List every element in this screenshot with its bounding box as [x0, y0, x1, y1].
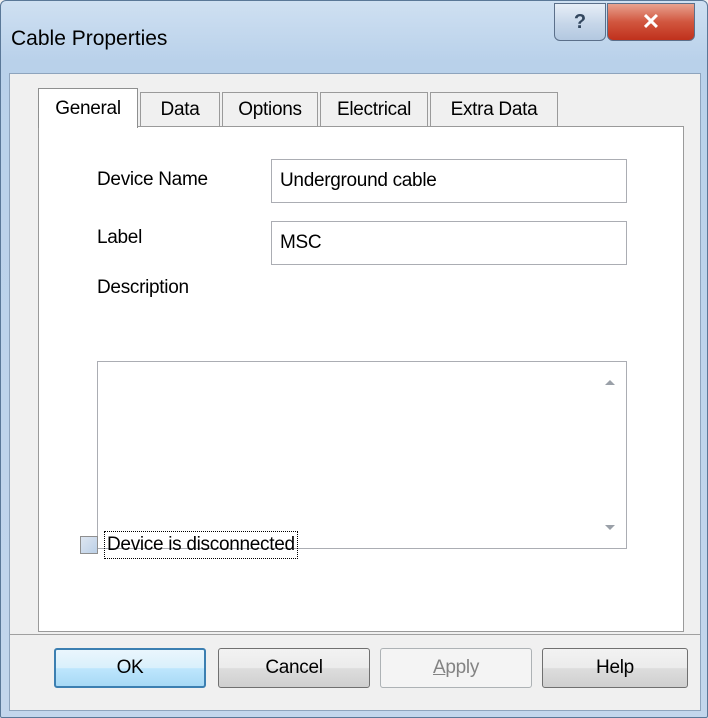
description-textarea[interactable]: [97, 361, 627, 549]
description-scrollbar[interactable]: [596, 362, 626, 548]
question-icon: ?: [573, 10, 587, 33]
footer-divider: [10, 634, 700, 635]
window-title: Cable Properties: [11, 27, 168, 50]
dialog-client-area: General Data Options Electrical Extra Da…: [9, 73, 701, 711]
close-icon: ✕: [641, 9, 661, 34]
device-name-label: Device Name: [97, 169, 208, 190]
title-bar[interactable]: Cable Properties ? ✕: [1, 1, 707, 73]
tab-general[interactable]: General: [38, 88, 138, 128]
label-label: Label: [97, 227, 142, 248]
tab-electrical[interactable]: Electrical: [320, 92, 428, 126]
tab-extra-data[interactable]: Extra Data: [430, 92, 558, 126]
apply-accelerator: A: [432, 657, 446, 678]
cable-properties-dialog: Cable Properties ? ✕ General Data Option…: [0, 0, 708, 718]
label-input[interactable]: MSC: [271, 221, 627, 265]
apply-label-rest: pply: [445, 657, 480, 678]
tab-data[interactable]: Data: [140, 92, 220, 126]
cancel-button[interactable]: Cancel: [218, 648, 370, 688]
help-title-button[interactable]: ?: [554, 3, 606, 41]
ok-button[interactable]: OK: [54, 648, 206, 688]
disconnected-checkbox[interactable]: [80, 536, 98, 554]
scroll-up-arrow-icon[interactable]: [605, 380, 615, 385]
scroll-down-arrow-icon[interactable]: [605, 525, 615, 530]
disconnected-checkbox-label[interactable]: Device is disconnected: [104, 531, 298, 559]
help-button[interactable]: Help: [542, 648, 688, 688]
tab-options[interactable]: Options: [222, 92, 318, 126]
description-label: Description: [97, 277, 189, 298]
device-name-input[interactable]: Underground cable: [271, 159, 627, 203]
close-button[interactable]: ✕: [607, 3, 695, 41]
apply-button[interactable]: Apply: [380, 648, 532, 688]
